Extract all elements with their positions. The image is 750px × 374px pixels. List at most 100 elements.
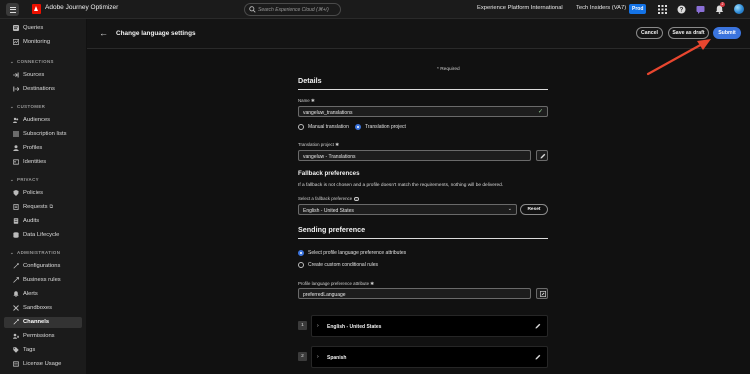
sidebar-item-alerts[interactable]: Alerts <box>4 289 82 300</box>
translation-project-radio[interactable] <box>355 124 361 130</box>
page-header: ← Change language settings Cancel Save a… <box>87 19 750 49</box>
save-draft-button[interactable]: Save as draft <box>668 27 709 39</box>
pencil-icon[interactable] <box>535 354 541 360</box>
monitoring-icon <box>13 39 19 45</box>
manual-translation-radio[interactable] <box>298 124 304 130</box>
conditional-rules-radio[interactable] <box>298 262 304 268</box>
sidebar-item-queries[interactable]: Queries <box>4 23 82 34</box>
language-number: 1 <box>298 321 307 330</box>
sidebar-item-configurations[interactable]: Configurations <box>4 261 82 272</box>
select-attribute-button[interactable] <box>536 288 548 299</box>
sidebar-item-tags[interactable]: Tags <box>4 345 82 356</box>
section-title: CUSTOMER <box>17 104 46 109</box>
pencil-icon[interactable] <box>535 323 541 329</box>
language-panel[interactable]: › English - United States <box>311 315 548 337</box>
sidebar-item-label: Queries <box>23 25 44 31</box>
page-title: Change language settings <box>116 30 196 37</box>
chevron-right-icon[interactable]: › <box>317 354 319 360</box>
sidebar-item-label: Subscription lists <box>23 131 67 137</box>
sidebar-item-channels[interactable]: Channels <box>4 317 82 328</box>
translation-project-field[interactable]: vangeluw - Translations <box>298 150 531 161</box>
sidebar-item-destinations[interactable]: Destinations <box>4 84 82 95</box>
fallback-select-value: English - United States <box>303 207 354 214</box>
sidebar-item-label: Channels <box>23 319 50 325</box>
sidebar-item-business-rules[interactable]: Business rules <box>4 275 82 286</box>
env-badge[interactable]: Prod <box>629 4 647 14</box>
business-rules-icon <box>13 277 19 283</box>
audits-icon <box>13 218 19 224</box>
apps-grid-icon[interactable] <box>658 5 667 14</box>
menu-icon[interactable] <box>6 3 19 16</box>
attribute-picker-icon <box>540 291 546 297</box>
sandbox-switcher[interactable]: Tech Insiders (VA7) <box>576 5 626 11</box>
project-label-text: Translation project <box>298 142 334 147</box>
sidebar-item-identities[interactable]: Identities <box>4 157 82 168</box>
sidebar-item-label: Data Lifecycle <box>23 232 60 238</box>
fallback-select-label: Select a fallback preference i <box>298 196 359 201</box>
sidebar-item-profiles[interactable]: Profiles <box>4 143 82 154</box>
sidebar-item-requests[interactable]: Requests ⧉ <box>4 202 82 213</box>
destinations-icon <box>13 86 19 92</box>
sidebar-item-monitoring[interactable]: Monitoring <box>4 37 82 48</box>
profile-attribute-field[interactable]: preferredLanguage <box>298 288 531 299</box>
language-number: 2 <box>298 352 307 361</box>
section-privacy[interactable]: ⌄ PRIVACY <box>10 177 39 183</box>
profile-attr-radio[interactable] <box>298 250 304 256</box>
divider <box>298 89 548 90</box>
section-connections[interactable]: ⌄ CONNECTIONS <box>10 59 54 65</box>
sidebar-item-audits[interactable]: Audits <box>4 216 82 227</box>
sidebar-item-policies[interactable]: Policies <box>4 188 82 199</box>
language-panel[interactable]: › Spanish <box>311 346 548 368</box>
sidebar-item-permissions[interactable]: Permissions <box>4 331 82 342</box>
sidebar-item-label: Destinations <box>23 86 55 92</box>
sidebar-item-data-lifecycle[interactable]: Data Lifecycle <box>4 230 82 241</box>
profile-icon <box>13 145 19 151</box>
sidebar-item-label: Business rules <box>23 277 61 283</box>
sidebar-item-requests-label: Requests <box>23 204 48 210</box>
cancel-button[interactable]: Cancel <box>636 27 663 39</box>
org-switcher[interactable]: Experience Platform International <box>477 5 563 11</box>
language-row[interactable]: 1 › English - United States <box>298 315 548 337</box>
section-customer[interactable]: ⌄ CUSTOMER <box>10 104 45 110</box>
requests-icon <box>13 204 19 210</box>
feedback-icon[interactable] <box>696 5 705 14</box>
back-arrow-icon[interactable]: ← <box>99 29 108 38</box>
sandboxes-icon <box>13 305 19 311</box>
search-input[interactable] <box>258 6 338 14</box>
sidebar-item-license-usage[interactable]: License Usage <box>4 359 82 370</box>
edit-project-button[interactable] <box>536 150 548 161</box>
channels-icon <box>13 319 19 325</box>
conditional-rules-label: Create custom conditional rules <box>308 262 379 268</box>
language-row[interactable]: 2 › Spanish <box>298 346 548 368</box>
configurations-icon <box>13 263 19 269</box>
chevron-down-icon: ⌄ <box>507 206 512 212</box>
sidebar-item-audiences[interactable]: Audiences <box>4 115 82 126</box>
sidebar: Queries Monitoring ⌄ CONNECTIONS Sources … <box>0 19 86 374</box>
search-bar[interactable] <box>244 3 341 16</box>
notification-badge: 2 <box>720 2 725 7</box>
fallback-heading: Fallback preferences <box>298 170 360 177</box>
sidebar-item-label: Sources <box>23 72 45 78</box>
reset-button[interactable]: Reset <box>520 204 548 215</box>
avatar[interactable] <box>734 4 744 14</box>
name-label: Name ✱ <box>298 98 315 103</box>
name-field[interactable]: vangeluw_translations ✓ <box>298 106 548 117</box>
sidebar-item-sources[interactable]: Sources <box>4 70 82 81</box>
info-icon[interactable]: i <box>354 196 359 201</box>
chevron-down-icon: ⌄ <box>10 250 15 255</box>
sidebar-item-label: Sandboxes <box>23 305 53 311</box>
sidebar-item-label: Alerts <box>23 291 38 297</box>
fallback-select[interactable]: English - United States ⌄ <box>298 204 517 215</box>
sidebar-item-sandboxes[interactable]: Sandboxes <box>4 303 82 314</box>
policies-icon <box>13 190 19 196</box>
permissions-icon <box>13 333 19 339</box>
sidebar-item-label: Configurations <box>23 263 61 269</box>
help-icon[interactable]: ? <box>677 5 686 14</box>
chevron-down-icon: ⌄ <box>10 177 15 182</box>
submit-button[interactable]: Submit <box>713 27 741 39</box>
section-title: PRIVACY <box>17 177 39 182</box>
section-administration[interactable]: ⌄ ADMINISTRATION <box>10 250 60 256</box>
attr-label: Profile language preference attribute ✱ <box>298 281 374 286</box>
chevron-right-icon[interactable]: › <box>317 323 319 329</box>
sidebar-item-subscription-lists[interactable]: Subscription lists <box>4 129 82 140</box>
